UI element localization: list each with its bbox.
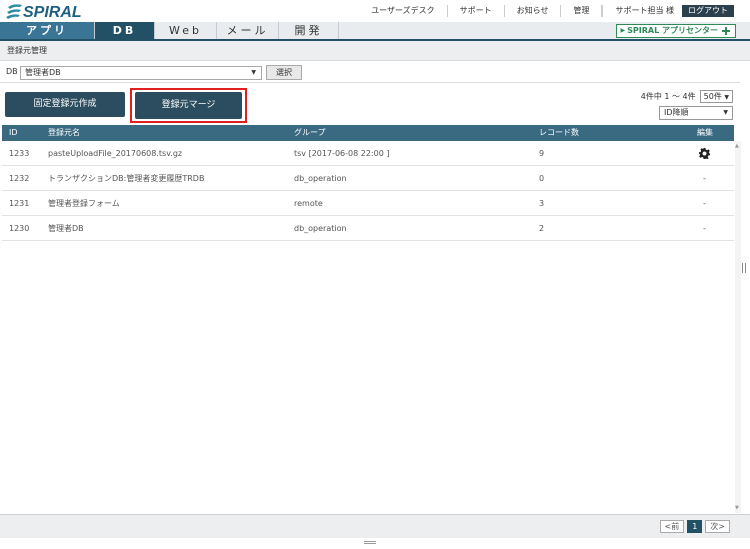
breadcrumb: 登録元管理 [0,41,750,61]
row-count: 2 [539,224,545,233]
row-edit: - [703,199,706,208]
row-id: 1232 [9,174,30,183]
chevron-down-icon: ▼ [251,69,256,76]
side-resize-handle[interactable] [742,263,746,273]
chevron-down-icon: ▼ [723,109,728,116]
main-tabs: アプリ DB Web メール 開発 ▶ SPIRAL アプリセンター [0,22,750,41]
table-row[interactable]: 1233 pasteUploadFile_20170608.tsv.gz tsv… [2,141,734,166]
row-group: db_operation [294,224,347,233]
header-group[interactable]: グループ [294,125,326,141]
result-summary: 4件中 1 ～ 4件 [640,92,696,101]
row-count: 3 [539,199,545,208]
table-scrollbar[interactable]: ▲ ▼ [735,141,741,513]
db-label: DB [6,67,18,76]
row-group: remote [294,199,323,208]
header-count[interactable]: レコード数 [539,125,579,141]
row-name: 管理者登録フォーム [48,199,120,208]
app-center-label: SPIRAL アプリセンター [627,26,718,35]
sort-select[interactable]: ID降順 ▼ [659,106,733,120]
row-group: db_operation [294,174,347,183]
row-id: 1230 [9,224,30,233]
logout-button[interactable]: ログアウト [682,4,734,17]
db-select-value: 管理者DB [25,68,61,77]
row-name: トランザクションDB:管理者変更履歴TRDB [48,174,205,183]
row-id: 1231 [9,199,30,208]
puzzle-icon [722,27,730,35]
chevron-down-icon: ▼ [724,94,729,101]
row-edit: - [703,224,706,233]
users-desk-link[interactable]: ユーザーズデスク [359,4,448,17]
header-name[interactable]: 登録元名 [48,125,80,141]
table-row[interactable]: 1231 管理者登録フォーム remote 3 - [2,191,734,216]
user-name: サポート担当 様 [602,4,682,17]
table-row[interactable]: 1230 管理者DB db_operation 2 - [2,216,734,241]
result-count: 4件中 1 ～ 4件 50件 ▼ [641,90,733,103]
row-id: 1233 [9,149,30,158]
scroll-down-icon[interactable]: ▼ [735,505,739,511]
admin-link[interactable]: 管理 [561,4,603,17]
tab-mail[interactable]: メール [217,22,279,39]
tab-web[interactable]: Web [155,22,217,39]
scroll-up-icon[interactable]: ▲ [735,143,739,149]
spiral-logo[interactable]: SPIRAL [6,2,92,20]
page-number-button[interactable]: 1 [687,520,703,533]
table-header: ID 登録元名 グループ レコード数 編集 [2,125,734,141]
gear-icon[interactable] [699,148,710,159]
pagination: <前 1 次> [659,520,730,533]
row-name: 管理者DB [48,224,84,233]
bottom-resize-handle[interactable] [364,541,376,544]
support-link[interactable]: サポート [448,4,505,17]
footer-bar: <前 1 次> [0,514,750,538]
tab-app[interactable]: アプリ [0,22,95,39]
per-page-value: 50件 [703,92,722,101]
table-row[interactable]: 1232 トランザクションDB:管理者変更履歴TRDB db_operation… [2,166,734,191]
triangle-right-icon: ▶ [620,27,626,34]
db-select-button[interactable]: 選択 [266,65,302,80]
db-select[interactable]: 管理者DB ▼ [20,66,262,80]
merge-source-button[interactable]: 登録元マージ [135,92,242,119]
row-count: 0 [539,174,545,183]
utility-nav: ユーザーズデスク サポート お知らせ 管理 サポート担当 様 ログアウト [359,4,734,17]
create-fixed-source-button[interactable]: 固定登録元作成 [5,92,125,117]
header-edit: 編集 [697,128,713,137]
tab-dev[interactable]: 開発 [279,22,339,39]
row-group: tsv [2017-06-08 22:00 ] [294,149,390,158]
row-count: 9 [539,149,545,158]
sort-value: ID降順 [664,108,689,117]
tab-db[interactable]: DB [95,22,155,39]
per-page-select[interactable]: 50件 ▼ [699,90,733,103]
row-name: pasteUploadFile_20170608.tsv.gz [48,149,183,158]
news-link[interactable]: お知らせ [505,4,562,17]
app-center-button[interactable]: ▶ SPIRAL アプリセンター [615,24,736,38]
prev-page-button[interactable]: <前 [659,520,685,533]
header-id[interactable]: ID [9,125,18,141]
row-edit: - [703,174,706,183]
top-header: SPIRAL ユーザーズデスク サポート お知らせ 管理 サポート担当 様 ログ… [0,0,750,22]
svg-text:SPIRAL: SPIRAL [23,4,82,20]
next-page-button[interactable]: 次> [705,520,730,533]
db-filter-row: DB 管理者DB ▼ 選択 [0,63,740,83]
highlight-box: 登録元マージ [130,88,247,123]
